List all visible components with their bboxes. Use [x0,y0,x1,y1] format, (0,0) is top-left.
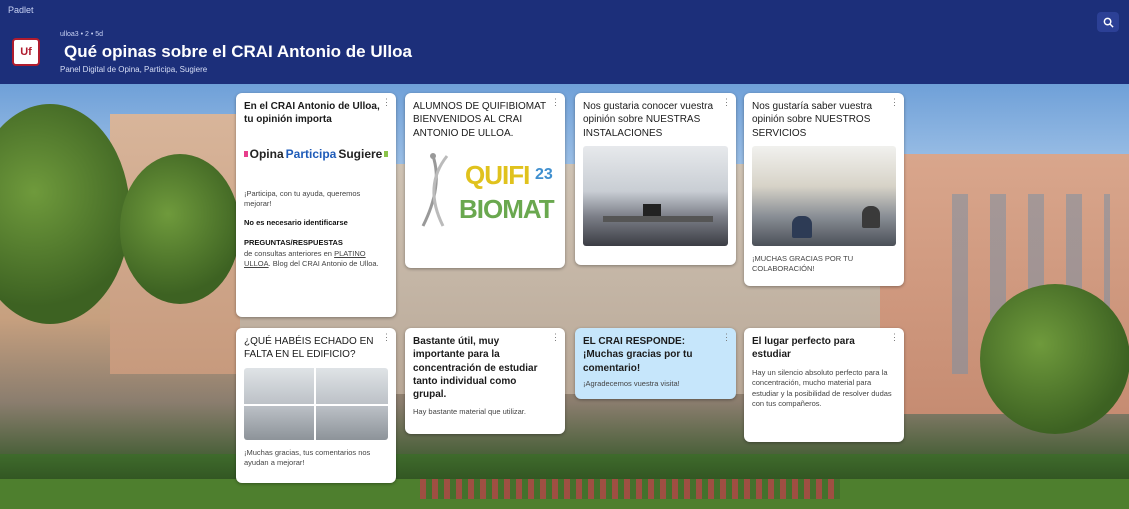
post-title: Nos gustaría saber vuestra opinión sobre… [752,101,873,139]
post-card[interactable]: ⋮ Nos gustaría saber vuestra opinión sob… [744,93,904,286]
year-text: 23 [535,165,553,183]
more-vertical-icon[interactable]: ⋮ [551,97,560,108]
more-vertical-icon[interactable]: ⋮ [551,332,560,343]
post-text: ¡Muchas gracias, tus comentarios nos ayu… [244,447,371,468]
post-title: Nos gustaria conocer vuestra opinión sob… [583,101,714,139]
search-button[interactable] [1097,12,1119,32]
post-card[interactable]: ⋮ El lugar perfecto para estudiar Hay un… [744,328,904,442]
post-card-highlight[interactable]: ⋮ EL CRAI RESPONDE: ¡Muchas gracias por … [575,328,736,399]
more-vertical-icon[interactable]: ⋮ [722,332,731,343]
search-icon [1103,17,1114,28]
post-text: PREGUNTAS/RESPUESTAS [244,238,343,248]
board-avatar: Uf [12,38,40,66]
biomat-text: BIOMAT [459,193,555,224]
post-text: ¡Agradecemos vuestra visita! [583,378,680,388]
more-vertical-icon[interactable]: ⋮ [382,332,391,343]
post-card[interactable]: ⋮ Nos gustaria conocer vuestra opinión s… [575,93,736,265]
more-vertical-icon[interactable]: ⋮ [382,97,391,108]
quifibiomat-logo: QUIFI BIOMAT 23 [413,146,557,238]
post-text: Hay un silencio absoluto perfecto para l… [752,367,892,409]
post-title: En el CRAI Antonio de Ulloa, tu opinión … [244,101,380,126]
more-vertical-icon[interactable]: ⋮ [722,97,731,108]
post-card[interactable]: ⋮ En el CRAI Antonio de Ulloa, tu opinió… [236,93,396,317]
post-title: El lugar perfecto para estudiar [752,336,855,361]
board-title: Qué opinas sobre el CRAI Antonio de Ullo… [64,42,412,61]
post-text: Hay bastante material que utilizar. [413,407,526,417]
library-photo [752,145,896,246]
post-text: de consultas anteriores en PLATINO ULLOA… [244,248,379,269]
board-meta: ulloa3 • 2 • 5d [60,31,104,38]
post-title: ALUMNOS DE QUIFIBIOMAT BIENVENIDOS AL CR… [413,101,546,139]
padlet-brand[interactable]: Padlet [8,5,34,15]
library-photo [583,145,728,246]
post-text: ¡Participa, con tu ayuda, queremos mejor… [244,188,361,209]
quifi-text: QUIFI [465,159,530,190]
board-header: Padlet Uf ulloa3 • 2 • 5d Qué opinas sob… [0,0,1129,84]
post-card[interactable]: ⋮ Bastante útil, muy importante para la … [405,328,565,434]
post-title: ¿QUÉ HABÉIS ECHADO EN FALTA EN EL EDIFIC… [244,336,374,361]
more-vertical-icon[interactable]: ⋮ [890,97,899,108]
tree [980,284,1129,434]
more-vertical-icon[interactable]: ⋮ [890,332,899,343]
flower-bed [420,479,840,499]
post-title: Bastante útil, muy importante para la co… [413,336,538,401]
post-card[interactable]: ⋮ ALUMNOS DE QUIFIBIOMAT BIENVENIDOS AL … [405,93,565,268]
board-subtitle: Panel Digital de Opina, Participa, Sugie… [60,65,208,74]
post-title: EL CRAI RESPONDE: ¡Muchas gracias por tu… [583,336,693,374]
post-text: ¡MUCHAS GRACIAS POR TU COLABORACIÓN! [752,253,854,274]
post-text: No es necesario identificarse [244,217,348,227]
tree [120,154,240,304]
opina-participa-sugiere-logo: Opina Participa Sugiere [244,133,388,175]
building-interior-photo [244,367,388,440]
post-card[interactable]: ⋮ ¿QUÉ HABÉIS ECHADO EN FALTA EN EL EDIF… [236,328,396,483]
